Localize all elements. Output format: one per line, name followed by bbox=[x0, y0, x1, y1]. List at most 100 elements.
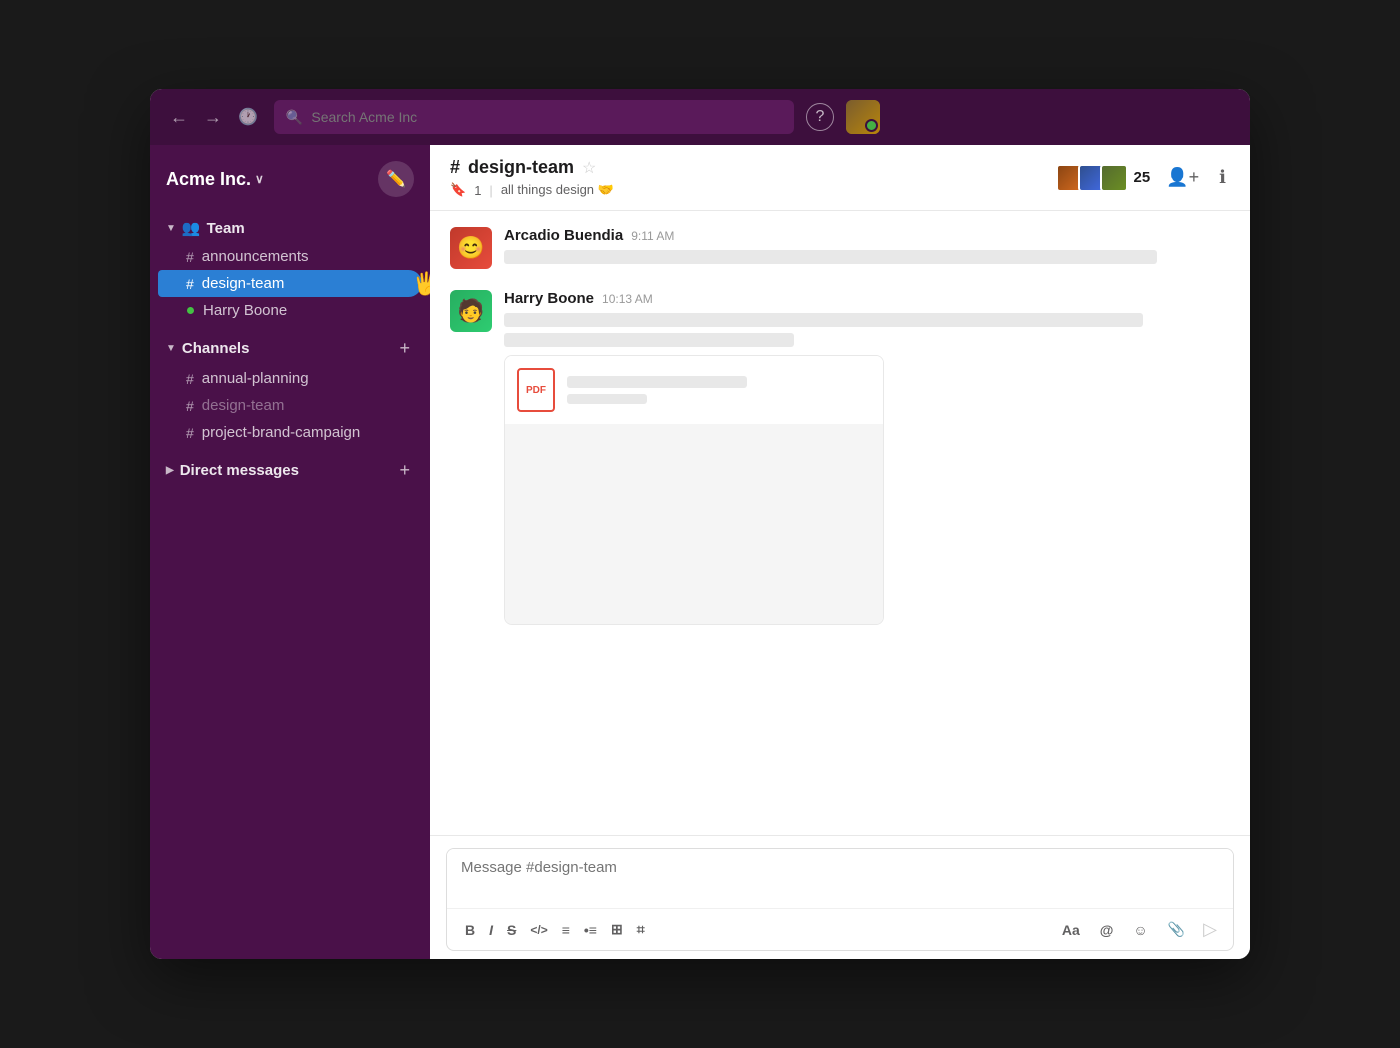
attachment-button[interactable]: 📎 bbox=[1162, 917, 1191, 942]
add-dm-button[interactable]: + bbox=[395, 460, 414, 481]
hash-icon: # bbox=[186, 371, 194, 387]
dm-chevron-icon: ▶ bbox=[166, 465, 174, 476]
msg-author-1: Arcadio Buendia bbox=[504, 227, 623, 244]
unordered-list-button[interactable]: •≡ bbox=[578, 918, 603, 942]
announcements-label: announcements bbox=[202, 248, 309, 265]
channels-section: ▼ Channels + # annual-planning # design-… bbox=[150, 328, 430, 450]
msg-content-1: Arcadio Buendia 9:11 AM bbox=[504, 227, 1230, 270]
code-button[interactable]: </> bbox=[524, 919, 553, 941]
pdf-text: PDF bbox=[526, 385, 546, 396]
back-button[interactable]: ← bbox=[166, 103, 192, 132]
file-header: PDF bbox=[505, 356, 883, 424]
team-section: ▼ 👥 Team # announcements # design-team 🖐 bbox=[150, 209, 430, 328]
message-input-area: B I S </> ≡ •≡ ⊞ ⌗ Aa @ ☺ bbox=[430, 835, 1250, 959]
search-input[interactable] bbox=[311, 109, 782, 125]
channel-title: design-team bbox=[468, 157, 574, 178]
msg-line-2a bbox=[504, 313, 1143, 327]
channel-meta: 🔖 1 | all things design 🤝 bbox=[450, 182, 614, 198]
msg-header-1: Arcadio Buendia 9:11 AM bbox=[504, 227, 1230, 244]
star-icon[interactable]: ☆ bbox=[582, 158, 596, 178]
sidebar-item-project-brand-campaign[interactable]: # project-brand-campaign bbox=[158, 419, 422, 446]
add-channel-button[interactable]: + bbox=[395, 338, 414, 359]
msg-content-2: Harry Boone 10:13 AM PDF bbox=[504, 290, 1230, 625]
avatar-face-2: 🧑 bbox=[450, 290, 492, 332]
file-attachment[interactable]: PDF bbox=[504, 355, 884, 625]
search-bar[interactable]: 🔍 bbox=[274, 100, 794, 134]
pdf-icon-body: PDF bbox=[517, 368, 555, 412]
msg-time-2: 10:13 AM bbox=[602, 292, 653, 306]
msg-author-2: Harry Boone bbox=[504, 290, 594, 307]
dm-label: Direct messages bbox=[180, 462, 299, 479]
team-section-header-left: ▼ 👥 Team bbox=[166, 219, 245, 237]
team-section-header[interactable]: ▼ 👥 Team bbox=[150, 213, 430, 243]
workspace-name[interactable]: Acme Inc. ∨ bbox=[166, 169, 264, 190]
channels-label: Channels bbox=[182, 340, 250, 357]
mention-button[interactable]: @ bbox=[1094, 918, 1120, 942]
dm-section-header[interactable]: ▶ Direct messages + bbox=[150, 454, 430, 487]
sidebar-item-harry-boone[interactable]: Harry Boone bbox=[158, 297, 422, 324]
sidebar-item-design-team-muted[interactable]: # design-team bbox=[158, 392, 422, 419]
messages-area: 😊 Arcadio Buendia 9:11 AM 🧑 bbox=[430, 211, 1250, 835]
blockquote-button[interactable]: ⊞ bbox=[605, 917, 629, 942]
msg-avatar-arcadio: 😊 bbox=[450, 227, 492, 269]
channel-header-right: 25 👤+ ℹ bbox=[1056, 163, 1230, 192]
workspace-name-label: Acme Inc. bbox=[166, 169, 251, 190]
design-team-label: design-team bbox=[202, 275, 285, 292]
member-avatars[interactable]: 25 bbox=[1056, 164, 1151, 192]
ordered-list-button[interactable]: ≡ bbox=[556, 918, 576, 942]
forward-button[interactable]: → bbox=[200, 103, 226, 132]
info-button[interactable]: ℹ bbox=[1215, 163, 1230, 192]
channels-section-header[interactable]: ▼ Channels + bbox=[150, 332, 430, 365]
message-input: B I S </> ≡ •≡ ⊞ ⌗ Aa @ ☺ bbox=[446, 848, 1234, 951]
hash-icon: # bbox=[186, 276, 194, 292]
hash-icon: # bbox=[186, 425, 194, 441]
channel-description: all things design 🤝 bbox=[501, 182, 614, 198]
italic-button[interactable]: I bbox=[483, 918, 499, 942]
sidebar-item-announcements[interactable]: # announcements bbox=[158, 243, 422, 270]
channel-content: # design-team ☆ 🔖 1 | all things design … bbox=[430, 145, 1250, 959]
team-label: Team bbox=[207, 220, 245, 237]
channel-title-row: # design-team ☆ bbox=[450, 157, 614, 178]
add-member-button[interactable]: 👤+ bbox=[1162, 163, 1203, 192]
channels-section-left: ▼ Channels bbox=[166, 340, 249, 357]
online-status-dot bbox=[186, 306, 195, 315]
file-info bbox=[567, 376, 871, 404]
msg-time-1: 9:11 AM bbox=[631, 229, 674, 243]
team-people-icon: 👥 bbox=[182, 219, 201, 237]
message-text-field[interactable] bbox=[447, 849, 1233, 903]
strikethrough-button[interactable]: S bbox=[501, 918, 522, 942]
workflow-button[interactable]: ⌗ bbox=[631, 917, 651, 942]
msg-avatar-harry: 🧑 bbox=[450, 290, 492, 332]
member-avatar-3 bbox=[1100, 164, 1128, 192]
msg-header-2: Harry Boone 10:13 AM bbox=[504, 290, 1230, 307]
send-button[interactable]: ▷ bbox=[1199, 915, 1221, 944]
sidebar-item-design-team[interactable]: # design-team 🖐 bbox=[158, 270, 422, 297]
sidebar-item-annual-planning[interactable]: # annual-planning bbox=[158, 365, 422, 392]
channels-chevron-icon: ▼ bbox=[166, 343, 176, 354]
workspace-chevron-icon: ∨ bbox=[255, 172, 264, 186]
history-button[interactable]: 🕐 bbox=[234, 103, 262, 132]
nav-buttons: ← → 🕐 bbox=[166, 103, 262, 132]
main-content: Acme Inc. ∨ ✏️ ▼ 👥 Team # announcements bbox=[150, 145, 1250, 959]
msg-line-2b bbox=[504, 333, 794, 347]
app-window: ← → 🕐 🔍 ? Acme Inc. ∨ ✏️ bbox=[150, 89, 1250, 959]
font-size-button[interactable]: Aa bbox=[1056, 918, 1086, 942]
bold-button[interactable]: B bbox=[459, 918, 481, 942]
channel-hash-icon: # bbox=[450, 157, 460, 178]
hash-icon: # bbox=[186, 398, 194, 414]
top-bar: ← → 🕐 🔍 ? bbox=[150, 89, 1250, 145]
file-preview bbox=[505, 424, 883, 624]
search-icon: 🔍 bbox=[286, 109, 303, 126]
emoji-button[interactable]: ☺ bbox=[1127, 918, 1153, 942]
dm-section-left: ▶ Direct messages bbox=[166, 462, 299, 479]
avatar-face-1: 😊 bbox=[450, 227, 492, 269]
help-button[interactable]: ? bbox=[806, 103, 834, 131]
user-avatar[interactable] bbox=[846, 100, 880, 134]
harry-boone-label: Harry Boone bbox=[203, 302, 287, 319]
workspace-header: Acme Inc. ∨ ✏️ bbox=[150, 145, 430, 209]
toolbar-left: B I S </> ≡ •≡ ⊞ ⌗ bbox=[459, 917, 651, 942]
compose-button[interactable]: ✏️ bbox=[378, 161, 414, 197]
bookmark-count: 1 bbox=[474, 183, 481, 198]
design-team-channels-label: design-team bbox=[202, 397, 285, 414]
pdf-icon: PDF bbox=[517, 368, 555, 412]
